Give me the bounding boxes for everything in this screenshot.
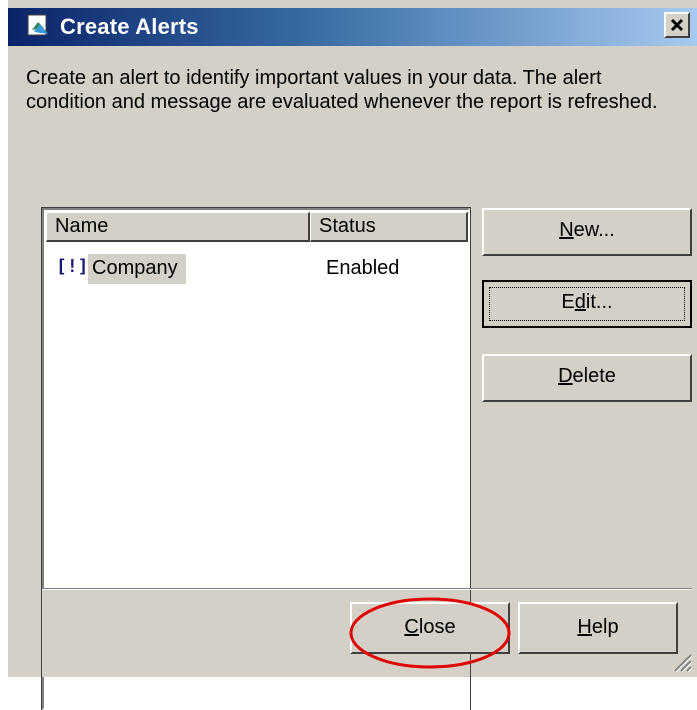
alert-status: Enabled (326, 254, 399, 282)
delete-button-label-post: elete (573, 365, 616, 387)
new-button-mnemonic: N (559, 219, 573, 241)
close-button-label-post: lose (419, 616, 456, 638)
column-header-status[interactable]: Status (310, 212, 468, 242)
column-header-name[interactable]: Name (46, 212, 310, 242)
resize-grip-icon[interactable] (671, 651, 693, 673)
list-item[interactable]: [!] Company Enabled (48, 254, 468, 284)
close-button-mnemonic: C (404, 616, 418, 638)
alert-name[interactable]: Company (88, 254, 186, 284)
new-button-label-post: ew... (574, 219, 615, 241)
delete-button-mnemonic: D (558, 365, 572, 387)
new-button[interactable]: New... (482, 208, 692, 256)
edit-button[interactable]: Edit... (482, 280, 692, 328)
background-strip (0, 0, 8, 677)
separator-line (42, 588, 692, 590)
edit-button-label-pre: E (561, 291, 574, 313)
description-text: Create an alert to identify important va… (26, 66, 686, 114)
close-button[interactable]: Close (350, 602, 510, 654)
window-title: Create Alerts (60, 14, 199, 40)
alerts-app-icon (26, 12, 52, 36)
alert-icon: [!] (56, 256, 89, 277)
list-header: Name Status (46, 212, 468, 242)
help-button-label-post: elp (592, 616, 619, 638)
title-bar[interactable]: Create Alerts (8, 8, 697, 46)
close-icon[interactable] (664, 12, 690, 38)
delete-button[interactable]: Delete (482, 354, 692, 402)
edit-button-mnemonic: d (575, 291, 586, 313)
edit-button-label-post: it... (586, 291, 613, 313)
help-button[interactable]: Help (518, 602, 678, 654)
help-button-mnemonic: H (577, 616, 591, 638)
